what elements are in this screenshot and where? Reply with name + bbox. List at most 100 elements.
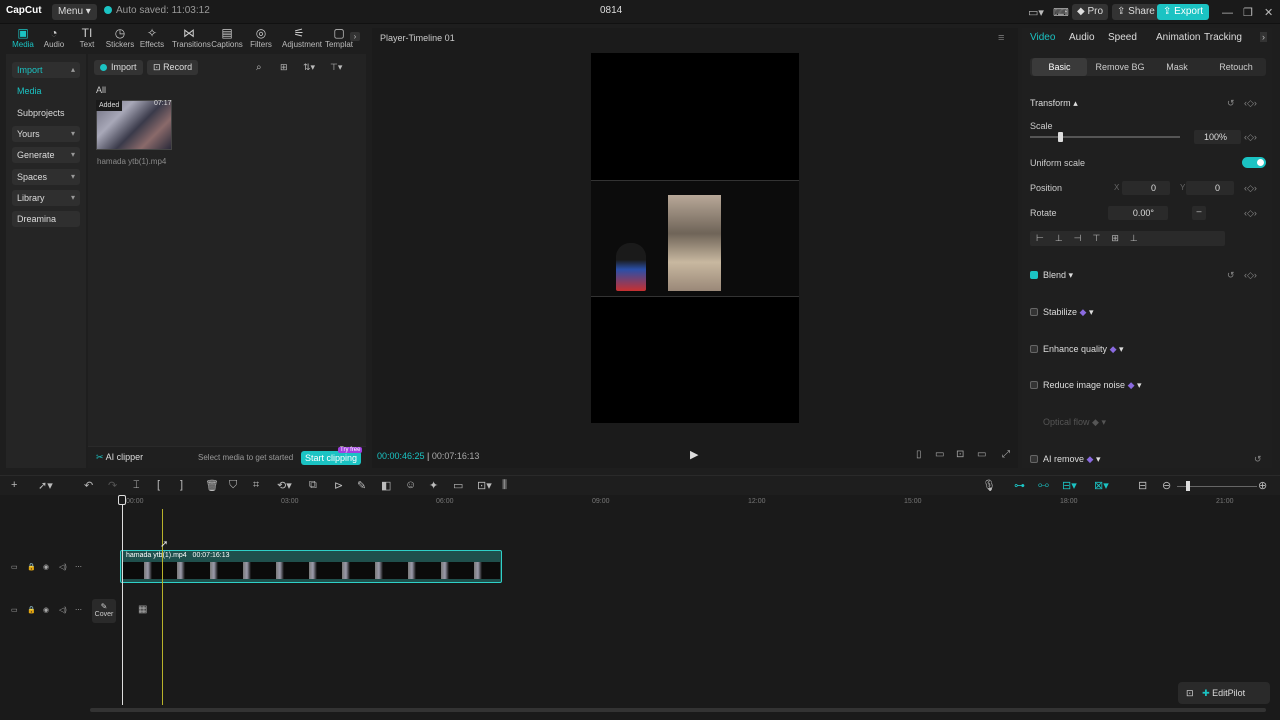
reverse-icon[interactable]: ⊳ [334, 479, 343, 492]
reduce-noise-label[interactable]: Reduce image noise ◆ ▾ [1043, 380, 1142, 391]
project-title[interactable]: 0814 [600, 5, 622, 16]
blend-checkbox[interactable] [1030, 271, 1038, 279]
keyframe-icon[interactable]: ‹◇› [1244, 208, 1257, 219]
reset-icon[interactable]: ↺ [1227, 270, 1235, 281]
split-right-icon[interactable]: ] [180, 479, 183, 491]
shortcut-icon[interactable]: ⌨ [1053, 5, 1069, 21]
subtab-retouch[interactable]: Retouch [1208, 58, 1264, 76]
sidebar-item-spaces[interactable]: Spaces ▾ [12, 169, 80, 185]
timeline-panel[interactable]: 00:00 03:00 06:00 09:00 12:00 15:00 18:0… [0, 495, 1280, 720]
tab-text[interactable]: TI Text [70, 26, 104, 49]
close-icon[interactable]: ✕ [1264, 5, 1273, 21]
aspect-icon[interactable]: ▯ [916, 449, 922, 460]
marker-icon[interactable]: ⛉ [229, 479, 237, 492]
playhead-handle[interactable] [118, 495, 126, 505]
horizontal-scrollbar[interactable] [90, 708, 1266, 712]
ai-remove-label[interactable]: AI remove ◆ ▾ [1043, 454, 1100, 465]
sidebar-item-import[interactable]: Import ▴ [12, 62, 80, 78]
magnet-icon[interactable]: ⧟ [1038, 479, 1049, 492]
wand-icon[interactable]: ✦ [429, 479, 438, 492]
crop-icon[interactable]: ⌗ [253, 479, 259, 492]
magic-icon[interactable]: ✎ [357, 479, 366, 492]
position-y-input[interactable]: 0 [1186, 181, 1234, 195]
pro-button[interactable]: ◆ Pro [1072, 4, 1109, 20]
eye-icon[interactable]: ◉ [43, 563, 49, 571]
preview-axis-icon[interactable]: ⊠▾ [1094, 479, 1109, 492]
sidebar-item-subprojects[interactable]: Subprojects [12, 105, 80, 121]
lock-icon[interactable]: 🔒 [27, 606, 36, 614]
delete-icon[interactable]: 🗑 [205, 479, 219, 492]
stabilize-label[interactable]: Stabilize ◆ ▾ [1043, 307, 1094, 318]
minimize-icon[interactable]: — [1222, 5, 1233, 21]
tab-filters[interactable]: ◎ Filters [244, 26, 278, 49]
snap-icon[interactable]: ⊟▾ [1062, 479, 1077, 492]
aspect-crop-icon[interactable]: ▭ [453, 479, 463, 492]
keyframe-icon[interactable]: ‹◇› [1244, 98, 1257, 109]
quality-icon[interactable]: ▭ [935, 449, 944, 460]
time-ruler[interactable]: 00:00 03:00 06:00 09:00 12:00 15:00 18:0… [118, 495, 1280, 509]
share-button[interactable]: ⇪ Share [1112, 4, 1160, 20]
tab-audio[interactable]: ◔ Audio [37, 26, 71, 49]
ratio-icon[interactable]: ▭ [977, 449, 986, 460]
subtab-remove-bg[interactable]: Remove BG [1090, 58, 1150, 76]
mirror-icon[interactable]: ◧ [381, 479, 391, 492]
undo-icon[interactable]: ↶ [84, 479, 93, 492]
fullscreen-icon[interactable]: ⤢ [1002, 449, 1010, 460]
start-clipping-button[interactable]: Start clipping [301, 451, 362, 465]
person-icon[interactable]: ☺ [405, 479, 416, 491]
uniform-scale-toggle[interactable] [1242, 157, 1266, 168]
video-clip[interactable]: hamada ytb(1).mp4 00:07:16:13 [120, 550, 502, 583]
enhance-quality-label[interactable]: Enhance quality ◆ ▾ [1043, 344, 1124, 355]
freeze-icon[interactable]: ⟲▾ [277, 479, 292, 492]
snapshot-icon[interactable]: ⊡ [956, 449, 964, 460]
scale-slider[interactable] [1030, 132, 1180, 142]
tab-stickers[interactable]: ◷ Stickers [103, 26, 137, 49]
record-button[interactable]: ⊡ Record [147, 60, 199, 75]
microphone-icon[interactable]: 🎙 [982, 479, 996, 492]
editpilot-button[interactable]: ⊡ ✚ EditPilot [1178, 682, 1270, 704]
layout-icon[interactable]: ▭▾ [1028, 5, 1044, 21]
tab-audio-inspector[interactable]: Audio [1069, 32, 1095, 43]
tab-tracking[interactable]: Tracking [1204, 32, 1242, 43]
search-icon[interactable]: ⌕ [256, 62, 262, 73]
align-controls[interactable]: ⊢⊥⊣⊤⊞⊥ [1030, 231, 1225, 246]
film-icon[interactable]: ▦ [138, 604, 147, 615]
play-icon[interactable]: ▶ [690, 448, 698, 461]
track-video-icon[interactable]: ▭ [11, 563, 18, 571]
reset-icon[interactable]: ↺ [1227, 98, 1235, 109]
filter-icon[interactable]: ⊤▾ [330, 62, 342, 73]
sidebar-item-media[interactable]: Media [12, 83, 80, 99]
player-menu-icon[interactable]: ≡ [998, 32, 1004, 44]
eye-icon[interactable]: ◉ [43, 606, 49, 614]
zoom-in-icon[interactable]: ⊕ [1258, 479, 1267, 492]
keyframe-icon[interactable]: ‹◇› [1244, 132, 1257, 143]
speaker-icon[interactable]: ◁) [59, 606, 67, 614]
select-tool-icon[interactable]: ➚▾ [38, 479, 53, 492]
split-icon[interactable]: ⌶ [133, 479, 140, 492]
playhead[interactable] [122, 495, 123, 705]
sidebar-item-library[interactable]: Library ▾ [12, 190, 80, 206]
reduce-noise-checkbox[interactable] [1030, 381, 1038, 389]
export-button[interactable]: ⇪ Export [1157, 4, 1210, 20]
lock-icon[interactable]: 🔒 [27, 563, 36, 571]
video-canvas[interactable] [591, 53, 799, 423]
zoom-slider-knob[interactable] [1186, 481, 1190, 491]
redo-icon[interactable]: ↷ [108, 479, 117, 492]
filter-all[interactable]: All [96, 85, 106, 95]
rotate-input[interactable]: 0.00° [1108, 206, 1168, 220]
menu-button[interactable]: Menu ▾ [52, 4, 97, 20]
position-x-input[interactable]: 0 [1122, 181, 1170, 195]
cover-button[interactable]: ✎ Cover [92, 599, 116, 623]
import-button[interactable]: Import [94, 60, 143, 75]
chevron-right-icon[interactable]: › [350, 32, 360, 41]
rotate-dial[interactable]: – [1192, 206, 1206, 220]
ai-clipper-label[interactable]: ✂ AI clipper [96, 452, 143, 463]
tab-effects[interactable]: ✧ Effects [135, 26, 169, 49]
keyframe-icon[interactable]: ‹◇› [1244, 270, 1257, 281]
tab-transitions[interactable]: ⋈ Transitions [172, 26, 211, 49]
more-icon[interactable]: ⋯ [75, 606, 82, 614]
tab-video[interactable]: Video [1030, 32, 1055, 43]
tab-speed[interactable]: Speed [1108, 32, 1137, 43]
add-track-icon[interactable]: + [11, 479, 17, 491]
chevron-right-icon[interactable]: › [1260, 32, 1267, 42]
